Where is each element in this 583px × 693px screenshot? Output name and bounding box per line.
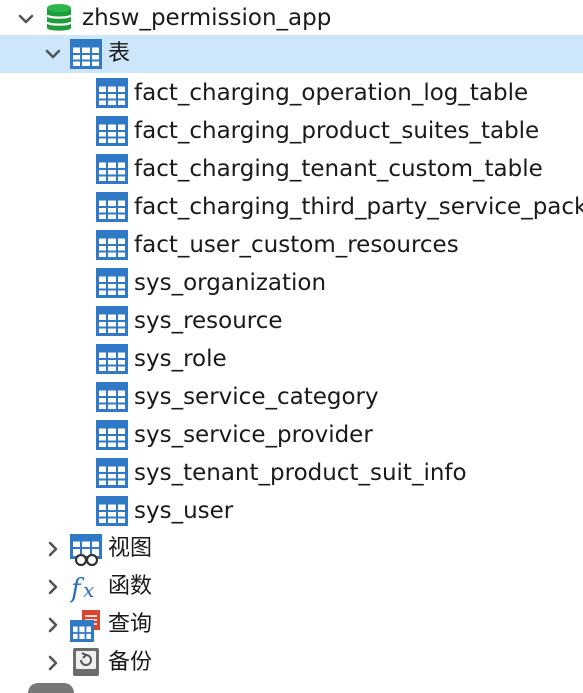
table-row[interactable]: fact_charging_tenant_custom_table: [0, 150, 583, 188]
query-icon: [70, 610, 100, 642]
table-name: sys_user: [134, 498, 234, 524]
views-label: 视图: [108, 536, 153, 561]
chevron-right-icon[interactable]: [43, 577, 63, 597]
table-row[interactable]: fact_user_custom_resources: [0, 226, 583, 264]
backup-icon: [73, 648, 99, 676]
table-row[interactable]: sys_resource: [0, 302, 583, 340]
table-icon: [96, 458, 128, 488]
table-name: fact_user_custom_resources: [134, 232, 459, 258]
table-name: fact_charging_product_suites_table: [134, 118, 540, 144]
table-row[interactable]: fact_charging_third_party_service_pack: [0, 188, 583, 226]
table-name: fact_charging_third_party_service_pack: [134, 194, 583, 220]
chevron-right-icon[interactable]: [43, 653, 63, 673]
table-row[interactable]: sys_service_provider: [0, 416, 583, 454]
table-icon: [96, 78, 128, 108]
functions-label: 函数: [108, 574, 153, 599]
table-icon: [96, 344, 128, 374]
table-name: sys_organization: [134, 270, 327, 296]
table-name: sys_tenant_product_suit_info: [134, 460, 467, 486]
table-row[interactable]: sys_organization: [0, 264, 583, 302]
tables-folder-label: 表: [108, 41, 131, 66]
table-row[interactable]: sys_role: [0, 340, 583, 378]
chevron-down-icon[interactable]: [16, 9, 36, 29]
tables-folder-icon: [70, 39, 102, 69]
table-row[interactable]: fact_charging_product_suites_table: [0, 112, 583, 150]
tree-node-tables-folder[interactable]: 表: [0, 35, 583, 73]
queries-label: 查询: [108, 612, 153, 637]
table-icon: [96, 496, 128, 526]
view-icon: [70, 534, 102, 567]
table-name: sys_service_provider: [134, 422, 373, 448]
database-icon-partial: [28, 683, 74, 693]
table-name: fact_charging_operation_log_table: [134, 80, 529, 106]
table-icon: [96, 154, 128, 184]
database-icon: [45, 4, 73, 31]
chevron-right-icon[interactable]: [43, 539, 63, 559]
navigator-tree: zhsw_permission_app 表 fact_charging_oper…: [0, 0, 583, 693]
chevron-down-icon[interactable]: [43, 44, 63, 64]
table-icon: [96, 382, 128, 412]
table-icon: [96, 306, 128, 336]
table-icon: [96, 268, 128, 298]
svg-text:x: x: [83, 578, 94, 602]
table-name: sys_resource: [134, 308, 283, 334]
table-icon: [96, 420, 128, 450]
table-row[interactable]: sys_tenant_product_suit_info: [0, 454, 583, 492]
table-name: sys_service_category: [134, 384, 379, 410]
table-name: sys_role: [134, 346, 227, 372]
tree-node-functions[interactable]: f x 函数: [0, 568, 583, 606]
function-icon: f x: [70, 574, 94, 603]
backups-label: 备份: [108, 650, 153, 675]
table-name: fact_charging_tenant_custom_table: [134, 156, 543, 182]
database-label: zhsw_permission_app: [82, 5, 332, 31]
tree-node-database[interactable]: zhsw_permission_app: [0, 0, 583, 38]
tree-node-backups[interactable]: 备份: [0, 644, 583, 682]
tree-node-views[interactable]: 视图: [0, 530, 583, 568]
table-icon: [96, 192, 128, 222]
table-icon: [96, 230, 128, 260]
table-row[interactable]: sys_service_category: [0, 378, 583, 416]
table-row[interactable]: fact_charging_operation_log_table: [0, 74, 583, 112]
table-row[interactable]: sys_user: [0, 492, 583, 530]
chevron-right-icon[interactable]: [43, 615, 63, 635]
table-icon: [96, 116, 128, 146]
tree-node-queries[interactable]: 查询: [0, 606, 583, 644]
